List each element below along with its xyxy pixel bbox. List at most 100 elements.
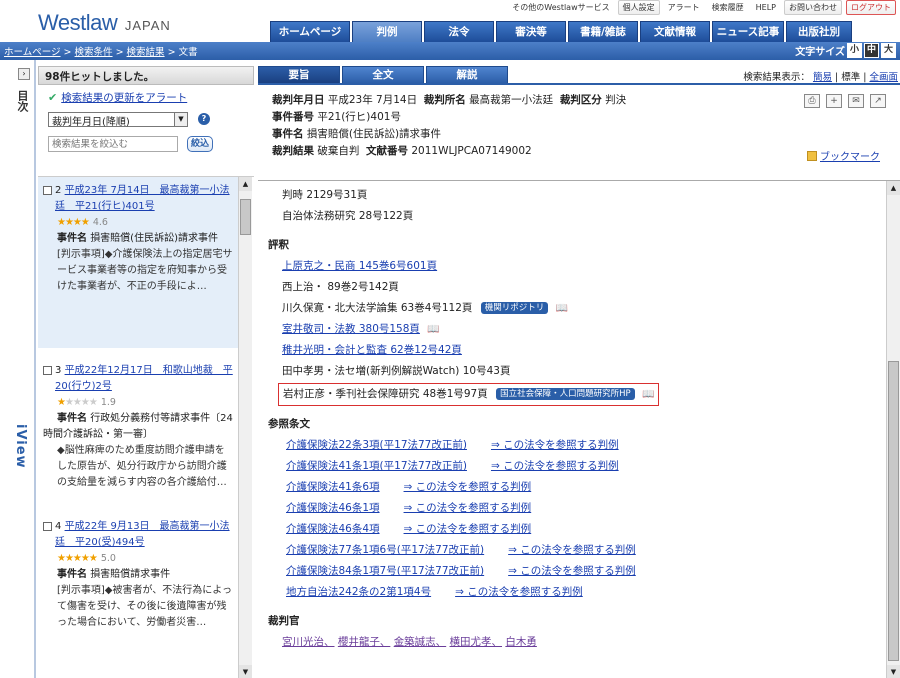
result-title-link[interactable]: 平成22年 9月13日 最高裁第一小法廷 平20(受)494号 [55, 521, 230, 548]
tab-bunken[interactable]: 文献情報 [640, 21, 710, 42]
font-size-large[interactable]: 大 [881, 43, 896, 58]
law-link[interactable]: 介護保険法84条1項7号(平17法77改正前) [286, 561, 484, 582]
case-metadata: 裁判年月日 平成23年 7月14日 裁判所名 最高裁第一小法廷 裁判区分 判決 … [272, 94, 627, 157]
westlaw-logo[interactable]: Westlaw JAPAN [38, 10, 171, 36]
breadcrumb-results[interactable]: 検索結果 [127, 47, 165, 58]
judge-link[interactable]: 白木勇 [505, 636, 537, 648]
tab-publisher[interactable]: 出版社別 [786, 21, 852, 42]
breadcrumb-conditions[interactable]: 検索条件 [75, 47, 113, 58]
scroll-down-icon[interactable]: ▼ [887, 665, 900, 678]
narrow-search-input[interactable] [48, 136, 178, 152]
narrow-button[interactable]: 絞込 [187, 136, 213, 152]
tab-commentary[interactable]: 解説 [426, 66, 508, 83]
tab-books[interactable]: 書籍/雑誌 [568, 21, 638, 42]
sort-select[interactable]: 裁判年月日(降順) ▼ [48, 112, 188, 128]
help-icon[interactable]: ? [198, 113, 210, 125]
display-fullscreen-link[interactable]: 全画面 [869, 72, 898, 83]
law-link[interactable]: 介護保険法41条1項(平17法77改正前) [286, 456, 467, 477]
document-tools: ⎙ + ✉ ↗ [804, 94, 886, 108]
add-folder-icon[interactable]: + [826, 94, 842, 108]
scroll-down-icon[interactable]: ▼ [239, 665, 252, 678]
tab-hanrei[interactable]: 判例 [352, 21, 422, 42]
repository-badge[interactable]: 機関リポジトリ [480, 302, 549, 314]
rating-score: 1.9 [100, 397, 116, 408]
personal-settings-button[interactable]: 個人設定 [617, 0, 660, 15]
tab-news[interactable]: ニュース記事 [712, 21, 784, 42]
other-services-link[interactable]: その他のWestlawサービス [508, 1, 613, 14]
book-icon[interactable]: 📖 [427, 319, 439, 340]
breadcrumb-home[interactable]: ホームページ [4, 47, 61, 58]
tab-shinketsu[interactable]: 審決等 [496, 21, 566, 42]
font-size-small[interactable]: 小 [847, 43, 862, 58]
contact-button[interactable]: お問い合わせ [784, 0, 842, 15]
scroll-thumb[interactable] [888, 361, 899, 661]
toc-tab[interactable]: 目次 [16, 90, 30, 112]
result-checkbox[interactable] [43, 186, 52, 195]
breadcrumb-current: 文書 [178, 47, 198, 58]
search-history-link[interactable]: 検索履歴 [708, 1, 748, 14]
expand-toggle-icon[interactable]: › [18, 68, 30, 80]
hyoshaku-link[interactable]: 稚井光明・会計と監査 62巻12号42頁 [282, 344, 462, 356]
law-link[interactable]: 介護保険法22条3項(平17法77改正前) [286, 435, 467, 456]
rating-score: 5.0 [100, 553, 116, 564]
result-summary: [判示事項]◆被害者が、不法行為によって傷害を受け、その後に後遺障害が残った場合… [57, 585, 232, 628]
judge-link[interactable]: 横田尤孝、 [450, 636, 503, 648]
result-checkbox[interactable] [43, 366, 52, 375]
law-ref-link[interactable]: ⇒ この法令を参照する判例 [508, 561, 636, 582]
help-link[interactable]: HELP [752, 2, 780, 13]
tab-summary[interactable]: 要旨 [258, 66, 340, 83]
law-ref-link[interactable]: ⇒ この法令を参照する判例 [404, 519, 532, 540]
law-link[interactable]: 介護保険法46条1項 [286, 498, 380, 519]
logout-button[interactable]: ログアウト [846, 0, 896, 15]
law-ref-link[interactable]: ⇒ この法令を参照する判例 [404, 498, 532, 519]
scroll-thumb[interactable] [240, 199, 251, 235]
law-ref-link[interactable]: ⇒ この法令を参照する判例 [404, 477, 532, 498]
rating-score: 4.6 [92, 217, 108, 228]
book-icon[interactable]: 📖 [642, 384, 654, 405]
result-title-link[interactable]: 平成22年12月17日 和歌山地裁 平20(行ウ)2号 [55, 365, 233, 392]
result-checkbox[interactable] [43, 522, 52, 531]
list-item[interactable]: 2 平成23年 7月14日 最高裁第一小法廷 平21(行ヒ)401号 ★★★★ 4… [38, 177, 238, 348]
institute-badge[interactable]: 国立社会保障・人口問題研究所HP [496, 388, 635, 400]
scroll-up-icon[interactable]: ▲ [239, 177, 252, 191]
document-scrollbar[interactable]: ▲ ▼ [886, 181, 900, 678]
judge-link[interactable]: 櫻井龍子、 [338, 636, 391, 648]
result-summary: ◆脳性麻痺のため重度訪問介護申請をした原告が、処分行政庁から訪問介護の支給量を減… [57, 445, 227, 488]
law-ref-link[interactable]: ⇒ この法令を参照する判例 [508, 540, 636, 561]
scroll-up-icon[interactable]: ▲ [887, 181, 900, 195]
law-link[interactable]: 介護保険法46条4項 [286, 519, 380, 540]
mail-icon[interactable]: ✉ [848, 94, 864, 108]
panel-divider [34, 60, 36, 678]
judge-link[interactable]: 金築誠志、 [394, 636, 447, 648]
law-link[interactable]: 介護保険法77条1項6号(平17法77改正前) [286, 540, 484, 561]
book-icon[interactable]: 📖 [556, 298, 568, 319]
font-size-control: 文字サイズ 小 中 大 [795, 43, 896, 58]
utility-menu: その他のWestlawサービス 個人設定 アラート 検索履歴 HELP お問い合… [508, 0, 896, 15]
main-nav-tabs: ホームページ 判例 法令 審決等 書籍/雑誌 文献情報 ニュース記事 出版社別 [270, 21, 852, 42]
law-ref-link[interactable]: ⇒ この法令を参照する判例 [455, 582, 583, 603]
update-alert-link[interactable]: 検索結果の更新をアラート [61, 90, 187, 105]
new-window-icon[interactable]: ↗ [870, 94, 886, 108]
list-scrollbar[interactable]: ▲ ▼ [238, 177, 252, 678]
hyoshaku-link[interactable]: 室井敬司・法教 380号158頁 [282, 323, 420, 335]
law-ref-link[interactable]: ⇒ この法令を参照する判例 [491, 456, 619, 477]
list-item[interactable]: 4 平成22年 9月13日 最高裁第一小法廷 平20(受)494号 ★★★★★ 5… [38, 513, 238, 678]
judge-link[interactable]: 宮川光治、 [282, 636, 335, 648]
alert-link[interactable]: アラート [664, 1, 704, 14]
document-pane: 要旨 全文 解説 検索結果表示： 簡易 | 標準 | 全画面 裁判年月日 平成2… [258, 66, 900, 678]
tab-fulltext[interactable]: 全文 [342, 66, 424, 83]
list-item[interactable]: 3 平成22年12月17日 和歌山地裁 平20(行ウ)2号 ★★★★★ 1.9 事… [38, 357, 238, 507]
law-link[interactable]: 介護保険法41条6項 [286, 477, 380, 498]
iview-tab[interactable]: iView [13, 424, 28, 469]
font-size-medium[interactable]: 中 [864, 43, 879, 58]
law-link[interactable]: 地方自治法242条の2第1項4号 [286, 582, 431, 603]
tab-hourei[interactable]: 法令 [424, 21, 494, 42]
reference: 判時 2129号31頁 [282, 189, 368, 201]
result-title-link[interactable]: 平成23年 7月14日 最高裁第一小法廷 平21(行ヒ)401号 [55, 185, 230, 212]
tab-home[interactable]: ホームページ [270, 21, 350, 42]
print-icon[interactable]: ⎙ [804, 94, 820, 108]
hyoshaku-link[interactable]: 上原克之・民商 145巻6号601頁 [282, 260, 437, 272]
bookmark[interactable]: ブックマーク [807, 148, 880, 163]
law-ref-link[interactable]: ⇒ この法令を参照する判例 [491, 435, 619, 456]
display-simple-link[interactable]: 簡易 [813, 72, 832, 83]
